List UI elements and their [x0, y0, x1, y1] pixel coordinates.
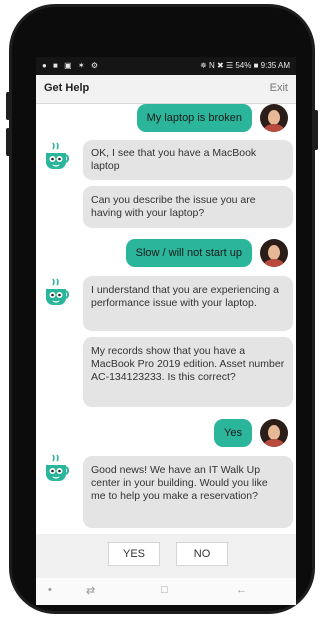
chat-thread: My laptop is broken OK, I see that you h… — [36, 104, 296, 534]
yes-button[interactable]: YES — [108, 542, 160, 566]
exit-button[interactable]: Exit — [270, 82, 288, 94]
avatar-face — [268, 110, 280, 125]
avatar-face — [268, 425, 280, 440]
bot-message: Good news! We have an IT Walk Up center … — [83, 456, 293, 528]
power-button — [314, 110, 318, 150]
bot-coffee-cup-icon — [46, 142, 70, 169]
status-bar: ● ■ ▣ ✶ ⚙ ✵ N ✖ ☰ 54% ■ 9:35 AM — [36, 57, 296, 75]
quick-replies: YES NO — [36, 534, 296, 578]
recent-apps-icon[interactable]: ⇄ — [86, 584, 95, 597]
page-title: Get Help — [44, 82, 90, 94]
user-avatar — [260, 419, 288, 447]
bot-message: Can you describe the issue you are havin… — [83, 186, 293, 228]
user-message: Slow / will not start up — [125, 239, 252, 267]
user-message: Yes — [214, 419, 252, 447]
avatar-body — [264, 124, 284, 132]
user-avatar — [260, 104, 288, 132]
bot-message: I understand that you are experiencing a… — [83, 276, 293, 331]
android-nav-bar: • ⇄ □ ← — [36, 578, 296, 605]
bot-coffee-cup-icon — [46, 278, 70, 305]
bot-message: My records show that you have a MacBook … — [83, 337, 293, 407]
notification-icons: ● ■ ▣ ✶ ⚙ — [42, 61, 100, 70]
no-button[interactable]: NO — [176, 542, 228, 566]
bot-message: OK, I see that you have a MacBook laptop — [83, 140, 293, 180]
home-icon[interactable]: □ — [161, 584, 168, 596]
app-header: Get Help Exit — [36, 75, 296, 104]
volume-button — [6, 92, 10, 120]
bot-coffee-cup-icon — [46, 454, 70, 481]
avatar-face — [268, 245, 280, 260]
back-icon[interactable]: ← — [236, 584, 247, 596]
volume-button — [6, 128, 10, 156]
user-avatar — [260, 239, 288, 267]
avatar-body — [264, 259, 284, 267]
nav-dot-icon: • — [48, 584, 52, 596]
avatar-body — [264, 439, 284, 447]
screen: ● ■ ▣ ✶ ⚙ ✵ N ✖ ☰ 54% ■ 9:35 AM Get Help… — [36, 57, 296, 605]
user-message: My laptop is broken — [136, 104, 252, 132]
status-indicators: ✵ N ✖ ☰ 54% ■ 9:35 AM — [200, 61, 290, 70]
